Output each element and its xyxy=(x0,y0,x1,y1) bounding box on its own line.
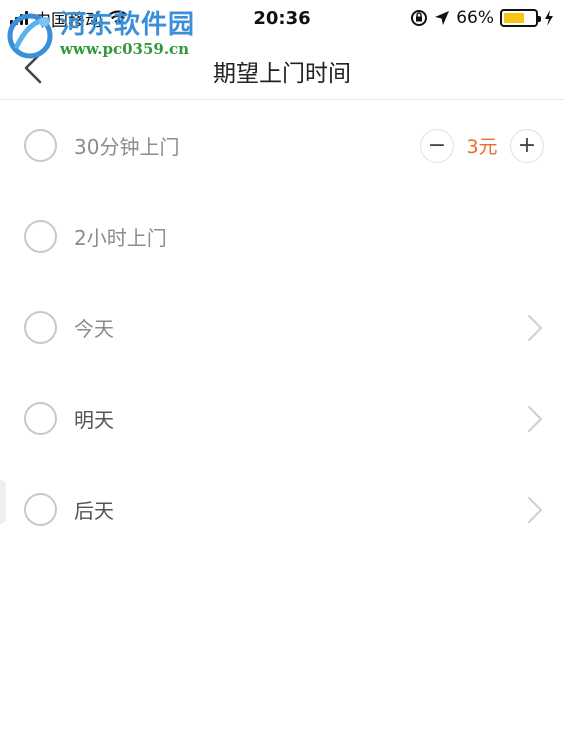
edge-handle xyxy=(0,480,6,524)
option-today[interactable]: 今天 xyxy=(0,282,564,373)
option-label: 2小时上门 xyxy=(74,226,167,250)
location-arrow-icon xyxy=(435,11,450,25)
battery-percent: 66% xyxy=(456,8,494,28)
status-right: 66% xyxy=(410,8,554,28)
watermark-url: www.pc0359.cn xyxy=(60,40,190,58)
radio-button[interactable] xyxy=(24,129,57,162)
radio-button[interactable] xyxy=(24,402,57,435)
chevron-right-icon xyxy=(528,496,542,523)
chevron-right-icon xyxy=(528,405,542,432)
rotation-lock-icon xyxy=(411,10,428,26)
status-time: 20:36 xyxy=(253,7,311,29)
option-label: 后天 xyxy=(74,499,114,523)
battery-icon xyxy=(500,9,541,27)
fee-value: 3元 xyxy=(466,136,498,158)
radio-button[interactable] xyxy=(24,311,57,344)
option-30min[interactable]: 30分钟上门 − 3元 + xyxy=(0,100,564,191)
increase-button[interactable]: + xyxy=(510,128,544,163)
watermark-logo-icon xyxy=(7,13,53,59)
option-label: 30分钟上门 xyxy=(74,135,180,159)
decrease-button[interactable]: − xyxy=(420,128,454,163)
option-label: 今天 xyxy=(74,317,114,341)
radio-button[interactable] xyxy=(24,220,57,253)
charging-bolt-icon xyxy=(545,10,553,26)
battery-fill xyxy=(504,13,524,23)
option-label: 明天 xyxy=(74,408,114,432)
option-day-after-tomorrow[interactable]: 后天 xyxy=(0,464,564,555)
option-tomorrow[interactable]: 明天 xyxy=(0,373,564,464)
radio-button[interactable] xyxy=(24,493,57,526)
fee-stepper: − 3元 + xyxy=(420,128,544,163)
watermark: 河东软件园 www.pc0359.cn xyxy=(4,8,195,60)
option-list: 30分钟上门 − 3元 + 2小时上门 今天 明天 后天 xyxy=(0,100,564,555)
chevron-right-icon xyxy=(528,314,542,341)
option-2hours[interactable]: 2小时上门 xyxy=(0,191,564,282)
watermark-title: 河东软件园 xyxy=(60,10,196,40)
